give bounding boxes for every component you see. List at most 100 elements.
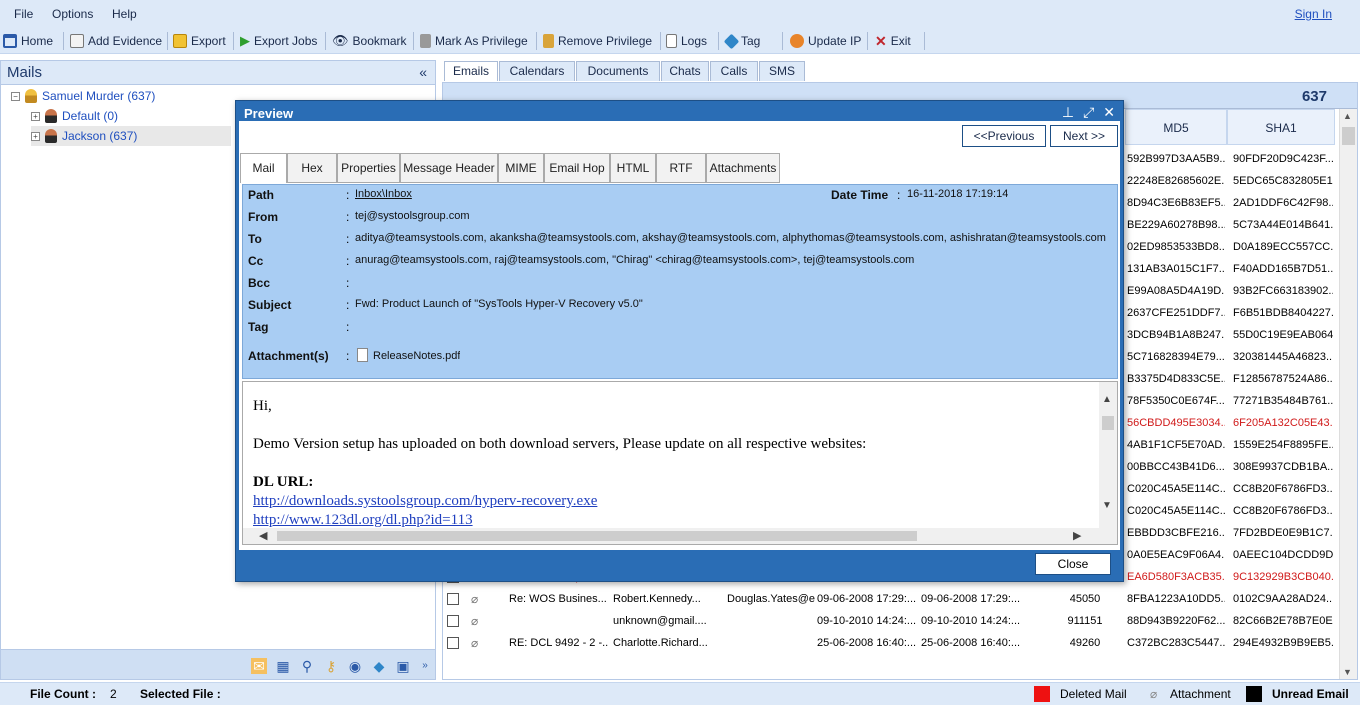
tree-item-default[interactable]: + Default (0) xyxy=(31,106,118,126)
tree-item-jackson[interactable]: + Jackson (637) xyxy=(31,126,231,146)
from-value: tej@systoolsgroup.com xyxy=(355,210,470,222)
bookmark-button[interactable]: 👁 Bookmark xyxy=(332,31,407,51)
table-row[interactable]: ⌀ Re: WOS Busines... Robert.Kennedy... Doug… xyxy=(443,589,1339,611)
tab-hex[interactable]: Hex xyxy=(287,153,337,183)
md5-cell: 56CBDD495E3034... xyxy=(1127,417,1225,429)
close-button[interactable]: Close xyxy=(1035,553,1111,575)
md5-cell: B3375D4D833C5E... xyxy=(1127,373,1225,385)
scroll-down-icon[interactable]: ▼ xyxy=(1343,667,1352,677)
mark-privilege-button[interactable]: Mark As Privilege xyxy=(420,31,528,51)
calendar-icon[interactable]: ▦ xyxy=(275,658,291,674)
menu-options[interactable]: Options xyxy=(52,7,93,21)
tab-sms[interactable]: SMS xyxy=(759,61,805,81)
attachment-file[interactable]: ReleaseNotes.pdf xyxy=(373,350,460,362)
mail-icon[interactable]: ✉ xyxy=(251,658,267,674)
received-cell: 25-06-2008 16:40:... xyxy=(921,637,1021,649)
unread-email-swatch xyxy=(1246,686,1262,702)
paperclip-icon: ⌀ xyxy=(471,636,479,650)
body-horizontal-scrollbar[interactable]: ◀ ▶ xyxy=(243,528,1117,544)
body-link[interactable]: http://www.123dl.org/dl.php?id=113 xyxy=(253,512,473,528)
expand-toggle-icon[interactable]: + xyxy=(31,111,40,121)
tab-html[interactable]: HTML xyxy=(610,153,656,183)
home-button[interactable]: Home xyxy=(3,31,53,51)
expand-toggle-icon[interactable]: + xyxy=(31,131,40,141)
scroll-thumb[interactable] xyxy=(1342,127,1355,145)
md5-cell: 78F5350C0E674F... xyxy=(1127,395,1225,407)
tab-message-header[interactable]: Message Header xyxy=(400,153,498,183)
table-row[interactable]: ⌀ unknown@gmail.... 09-10-2010 14:24:... 09… xyxy=(443,611,1339,633)
tab-calendars[interactable]: Calendars xyxy=(499,61,575,81)
md5-cell: E99A08A5D4A19D... xyxy=(1127,285,1225,297)
tab-rtf[interactable]: RTF xyxy=(656,153,706,183)
add-evidence-button[interactable]: Add Evidence xyxy=(70,31,162,51)
tag-button[interactable]: Tag xyxy=(723,31,760,51)
menu-file[interactable]: File xyxy=(14,7,33,21)
tab-mime[interactable]: MIME xyxy=(498,153,544,183)
search-icon[interactable]: ⚲ xyxy=(299,658,315,674)
body-line: Demo Version setup has uploaded on both … xyxy=(253,436,867,452)
path-value[interactable]: Inbox\Inbox xyxy=(355,188,412,200)
eye-icon[interactable]: ◉ xyxy=(347,658,363,674)
tab-attachments[interactable]: Attachments xyxy=(706,153,780,183)
size-cell: 911151 xyxy=(1067,615,1103,627)
scroll-up-icon[interactable]: ▲ xyxy=(1343,111,1352,121)
sha1-cell: 82C66B2E78B7E0E... xyxy=(1233,615,1333,627)
menu-help[interactable]: Help xyxy=(112,7,137,21)
column-md5[interactable]: MD5 xyxy=(1125,109,1227,145)
tab-properties[interactable]: Properties xyxy=(337,153,400,183)
home-icon xyxy=(3,34,17,48)
scroll-up-icon[interactable]: ▲ xyxy=(1102,394,1112,405)
scroll-right-icon[interactable]: ▶ xyxy=(1073,529,1081,542)
chevron-down-icon[interactable]: » xyxy=(417,658,433,674)
logs-icon xyxy=(666,34,677,48)
subject-label: Subject xyxy=(248,298,292,312)
md5-cell: EBBDD3CBFE216... xyxy=(1127,527,1225,539)
collapse-icon[interactable]: « xyxy=(419,64,427,80)
grid-scrollbar[interactable]: ▲ ▼ xyxy=(1339,109,1357,679)
exit-button[interactable]: ✕ Exit xyxy=(875,31,911,51)
previous-button[interactable]: <<Previous xyxy=(962,125,1046,147)
next-button[interactable]: Next >> xyxy=(1050,125,1118,147)
close-icon[interactable]: ✕ xyxy=(1103,104,1115,121)
row-checkbox[interactable] xyxy=(447,615,459,627)
body-vertical-scrollbar[interactable]: ▲ ▼ xyxy=(1099,382,1117,528)
md5-cell: 8D94C3E6B83EF5... xyxy=(1127,197,1225,209)
table-row[interactable]: ⌀ RE: DCL 9492 - 2 -... Charlotte.Richard.… xyxy=(443,633,1339,655)
update-ip-button[interactable]: Update IP xyxy=(790,31,861,51)
remove-privilege-button[interactable]: Remove Privilege xyxy=(543,31,652,51)
tab-emails[interactable]: Emails xyxy=(444,61,498,81)
tab-calls[interactable]: Calls xyxy=(710,61,758,81)
clipboard-icon[interactable]: ▣ xyxy=(395,658,411,674)
key-icon[interactable]: ⚷ xyxy=(323,658,339,674)
collapse-toggle-icon[interactable]: − xyxy=(11,91,20,101)
pin-icon[interactable]: ⊥ xyxy=(1062,104,1074,121)
sign-in-link[interactable]: Sign In xyxy=(1295,7,1332,21)
tab-mail[interactable]: Mail xyxy=(240,153,287,183)
export-button[interactable]: Export xyxy=(173,31,226,51)
user-icon xyxy=(45,109,57,123)
md5-cell: 88D943B9220F62... xyxy=(1127,615,1225,627)
lock-icon xyxy=(420,34,431,48)
body-link[interactable]: http://downloads.systoolsgroup.com/hyper… xyxy=(253,493,597,509)
tab-documents[interactable]: Documents xyxy=(576,61,660,81)
logs-button[interactable]: Logs xyxy=(666,31,707,51)
sha1-cell: 294E4932B9B9EB5... xyxy=(1233,637,1333,649)
sha1-cell: 77271B35484B761... xyxy=(1233,395,1333,407)
scroll-left-icon[interactable]: ◀ xyxy=(259,529,267,542)
row-checkbox[interactable] xyxy=(447,593,459,605)
datetime-value: 16-11-2018 17:19:14 xyxy=(907,188,1009,200)
scroll-thumb[interactable] xyxy=(1102,416,1114,430)
subject-cell: RE: DCL 9492 - 2 -... xyxy=(509,637,609,649)
scroll-down-icon[interactable]: ▼ xyxy=(1102,500,1112,511)
tab-chats[interactable]: Chats xyxy=(661,61,709,81)
scroll-thumb[interactable] xyxy=(277,531,917,541)
tree-root[interactable]: − Samuel Murder (637) xyxy=(11,86,155,106)
column-sha1[interactable]: SHA1 xyxy=(1227,109,1335,145)
maximize-icon[interactable]: ⤢ xyxy=(1083,104,1094,121)
tag-icon[interactable]: ◆ xyxy=(371,658,387,674)
tab-email-hop[interactable]: Email Hop xyxy=(544,153,610,183)
subject-cell: Re: WOS Busines... xyxy=(509,593,607,605)
row-checkbox[interactable] xyxy=(447,637,459,649)
body-dl-heading: DL URL: xyxy=(253,474,314,490)
export-jobs-button[interactable]: ▶ Export Jobs xyxy=(240,31,317,51)
